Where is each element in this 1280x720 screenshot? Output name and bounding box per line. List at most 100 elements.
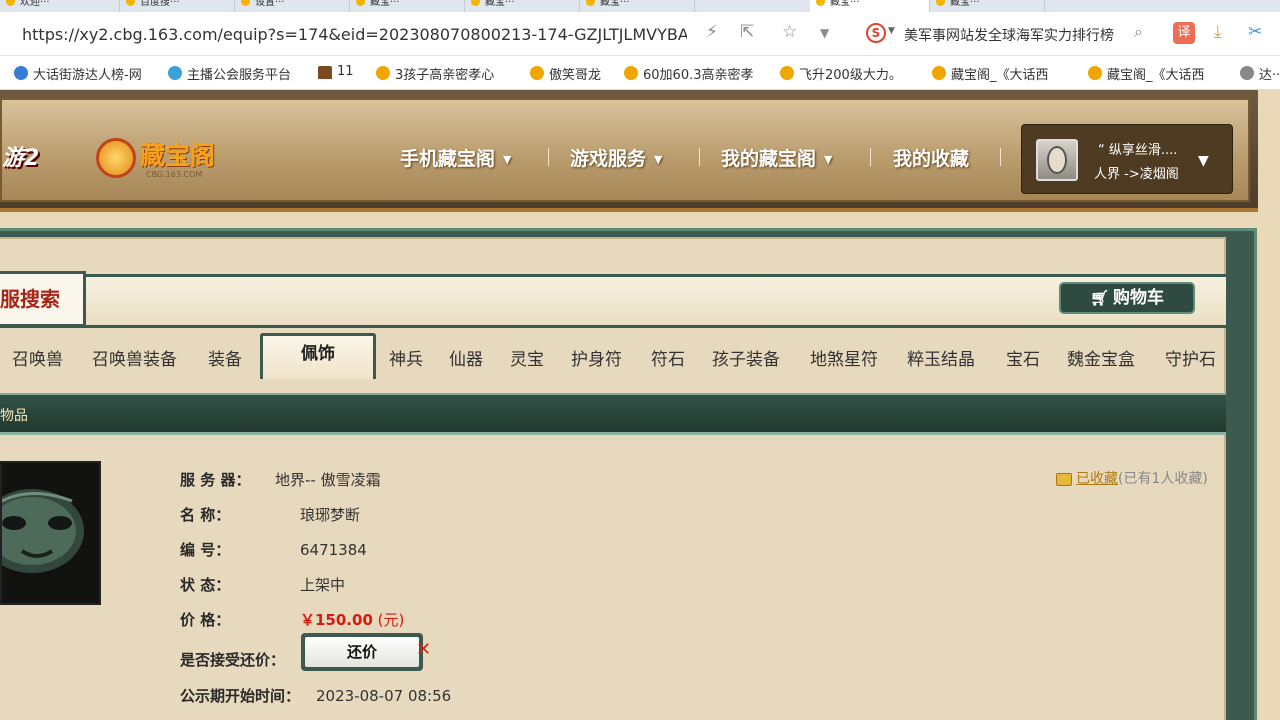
tab-guard-stone[interactable]: 守护石	[1165, 345, 1216, 370]
public-period-value: 2023-08-07 08:56	[316, 687, 452, 705]
bookmark-label: 达··	[1259, 68, 1280, 83]
nav-mobile-cbg[interactable]: 手机藏宝阁 ▼	[400, 144, 511, 171]
tab-equipment[interactable]: 装备	[208, 345, 242, 370]
bookmark-item[interactable]: 飞升200级大力。	[780, 64, 916, 83]
tab-jade-crystal[interactable]: 粹玉结晶	[907, 345, 975, 370]
tab-amulet[interactable]: 护身符	[571, 345, 622, 370]
nav-divider	[699, 148, 700, 166]
bookmark-item[interactable]: 藏宝阁_《大话西	[932, 64, 1074, 83]
id-value: 6471384	[300, 541, 367, 559]
chevron-down-icon[interactable]: ▼	[820, 26, 829, 40]
bookmark-label: 大话街游达人榜-网	[33, 68, 142, 83]
nav-game-service[interactable]: 游戏服务 ▼	[570, 144, 662, 171]
nav-my-cbg[interactable]: 我的藏宝阁 ▼	[721, 144, 832, 171]
tab-label: 藏宝···	[600, 0, 630, 8]
bookmark-item[interactable]: 达··	[1240, 64, 1280, 83]
bookmark-favicon-icon	[624, 66, 638, 80]
tab-gold-box[interactable]: 魏金宝盒	[1067, 345, 1135, 370]
favorite-status: 已收藏(已有1人收藏)	[1056, 468, 1208, 488]
id-label: 编 号：	[180, 541, 231, 559]
browser-tab[interactable]: 藏宝···	[350, 0, 465, 12]
chevron-down-icon: ▼	[824, 153, 833, 166]
game-logo[interactable]: 游2	[2, 140, 72, 180]
download-icon[interactable]: ⤓	[1214, 22, 1222, 42]
bookmark-item[interactable]: 11	[318, 64, 362, 79]
tab-child-equip[interactable]: 孩子装备	[712, 345, 780, 370]
bookmarks-bar: 大话街游达人榜-网 主播公会服务平台 11 3孩子高亲密孝心 傲笑哥龙 60加6…	[0, 56, 1280, 90]
item-image[interactable]	[0, 461, 101, 605]
site-name: 藏宝阁	[140, 141, 216, 170]
browser-tab[interactable]: 设置···	[235, 0, 350, 12]
favorite-count: (已有1人收藏)	[1118, 471, 1208, 487]
bookmark-item[interactable]: 藏宝阁_《大话西	[1088, 64, 1226, 83]
browser-tab[interactable]: 欢迎···	[0, 0, 120, 12]
counter-offer-label-text: 还价	[305, 637, 419, 667]
browser-tab[interactable]: 藏宝···	[930, 0, 1045, 12]
bookmark-item[interactable]: 3孩子高亲密孝心	[376, 64, 512, 83]
tab-gem[interactable]: 宝石	[1006, 345, 1040, 370]
chevron-down-icon[interactable]: ▼	[888, 26, 895, 36]
cbg-logo[interactable]: 藏宝阁 CBG.163.COM	[96, 132, 236, 182]
cart-button[interactable]: 🛒︎ 购物车	[1059, 282, 1195, 314]
tab-label: 藏宝···	[830, 0, 860, 8]
tab-favicon-icon	[816, 0, 825, 6]
status-row: 状 态： 上架中	[180, 574, 345, 598]
search-icon[interactable]: ⌕	[1134, 22, 1143, 42]
nav-my-favorites[interactable]: 我的收藏	[893, 144, 969, 171]
scissors-icon[interactable]: ✂	[1248, 22, 1262, 42]
counter-offer-button[interactable]: 还价	[301, 633, 423, 671]
server-value: 地界-- 傲雪凌霜	[275, 471, 381, 489]
price-row: 价 格： ￥150.00 (元)	[180, 609, 404, 633]
star-icon[interactable]: ☆	[782, 22, 797, 42]
share-icon[interactable]: ⇱	[740, 22, 754, 42]
bookmark-item[interactable]: 主播公会服务平台	[168, 64, 308, 83]
address-bar: https://xy2.cbg.163.com/equip?s=174&eid=…	[0, 12, 1280, 56]
bookmark-label: 60加60.3高亲密孝	[643, 68, 754, 83]
counter-offer-row: 是否接受还价：	[180, 649, 300, 673]
items-section-header: 物品	[0, 393, 1226, 435]
bookmark-item[interactable]: 傲笑哥龙	[530, 64, 610, 83]
search-bar: 服搜索 🛒︎ 购物车	[0, 271, 1226, 328]
browser-tab[interactable]: 藏宝···	[580, 0, 695, 12]
bookmark-label: 傲笑哥龙	[549, 68, 602, 83]
search-input[interactable]: 美军事网站发全球海军实力排行榜	[904, 25, 1130, 45]
bookmark-label: 飞升200级大力。	[799, 68, 902, 83]
bookmark-label: 藏宝阁_《大话西	[1107, 68, 1205, 83]
bookmark-favicon-icon	[168, 66, 182, 80]
search-engine-logo[interactable]: S	[866, 23, 886, 43]
nav-label: 我的收藏	[893, 148, 970, 170]
tab-favicon-icon	[356, 0, 365, 6]
tab-favicon-icon	[6, 0, 15, 6]
tab-rune-stone[interactable]: 符石	[651, 345, 685, 370]
tab-summon-beast[interactable]: 召唤兽	[12, 345, 63, 370]
bookmark-item[interactable]: 大话街游达人榜-网	[14, 64, 152, 83]
tab-immortal-item[interactable]: 仙器	[449, 345, 483, 370]
tab-divine-weapon[interactable]: 神兵	[389, 345, 423, 370]
bookmark-favicon-icon	[14, 66, 28, 80]
bookmark-item[interactable]: 60加60.3高亲密孝	[624, 64, 760, 83]
tab-star-rune[interactable]: 地煞星符	[810, 345, 878, 370]
bookmark-favicon-icon	[530, 66, 544, 80]
globe-icon	[1240, 66, 1254, 80]
url-field[interactable]: https://xy2.cbg.163.com/equip?s=174&eid=…	[22, 25, 687, 44]
tab-spirit-treasure[interactable]: 灵宝	[510, 345, 544, 370]
price-unit: (元)	[377, 611, 405, 629]
chevron-down-icon[interactable]: ▼	[1198, 153, 1209, 169]
bookmark-favicon-icon	[376, 66, 390, 80]
user-name: “ 纵享丝滑....	[1098, 143, 1178, 158]
browser-tab[interactable]: 百度搜···	[120, 0, 235, 12]
translate-button[interactable]: 译	[1173, 22, 1195, 44]
tab-accessory[interactable]: 佩饰	[260, 333, 376, 379]
browser-tab-strip: 欢迎··· 百度搜··· 设置··· 藏宝··· 藏宝··· 藏宝··· 藏宝·…	[0, 0, 1280, 12]
tab-summon-equip[interactable]: 召唤兽装备	[92, 345, 177, 370]
tab-favicon-icon	[586, 0, 595, 6]
bolt-icon[interactable]: ⚡	[706, 22, 718, 42]
nav-label: 我的藏宝阁	[721, 148, 817, 170]
price-label: 价 格：	[180, 611, 231, 629]
browser-tab-active[interactable]: 藏宝···	[810, 0, 930, 12]
favorited-link[interactable]: 已收藏	[1076, 471, 1118, 487]
user-menu[interactable]: “ 纵享丝滑.... 人界 ->凌烟阁 ▼	[1021, 124, 1233, 194]
mask-icon	[2, 489, 84, 573]
bookmark-label: 藏宝阁_《大话西	[951, 68, 1049, 83]
browser-tab[interactable]: 藏宝···	[465, 0, 580, 12]
